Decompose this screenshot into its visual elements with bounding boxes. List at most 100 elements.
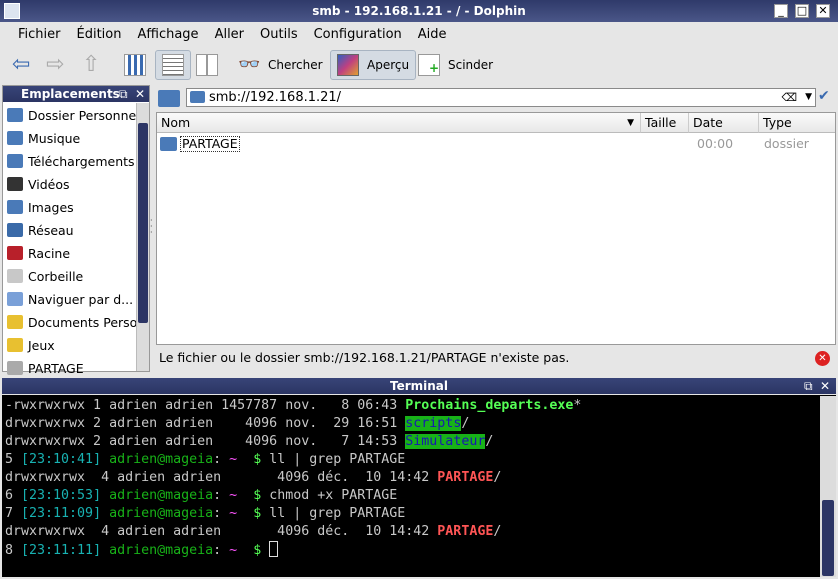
places-item-label: Téléchargements bbox=[28, 153, 135, 169]
menu-3[interactable]: Aller bbox=[207, 24, 252, 46]
terminal-text: adrien@mageia bbox=[101, 452, 214, 467]
menu-6[interactable]: Aide bbox=[410, 24, 455, 46]
star-icon bbox=[7, 338, 23, 352]
column-header-date[interactable]: Date bbox=[689, 113, 759, 133]
menu-0[interactable]: Fichier bbox=[10, 24, 69, 46]
places-item-label: Réseau bbox=[28, 222, 74, 238]
arrow-right-icon: ⇨ bbox=[46, 52, 65, 77]
places-item[interactable]: Corbeille bbox=[7, 265, 137, 287]
terminal-text: / bbox=[461, 416, 470, 431]
places-item[interactable]: Naviguer par d... bbox=[7, 288, 137, 310]
menu-1[interactable]: Édition bbox=[69, 24, 130, 46]
terminal-header: Terminal ⧉ ✕ bbox=[2, 378, 836, 394]
terminal-output[interactable]: -rwxrwxrwx 1 adrien adrien 1457787 nov. … bbox=[2, 395, 836, 577]
column-header-name[interactable]: Nom ▼ bbox=[157, 113, 641, 133]
up-button[interactable]: ⇧ bbox=[76, 50, 110, 80]
places-item-label: Naviguer par d... bbox=[28, 291, 134, 307]
details-view-icon bbox=[162, 54, 184, 76]
folder-icon bbox=[160, 137, 177, 151]
minimize-button[interactable]: _ bbox=[774, 4, 788, 18]
arrow-up-icon: ⇧ bbox=[82, 52, 101, 77]
network-icon bbox=[7, 223, 23, 237]
menu-4[interactable]: Outils bbox=[252, 24, 306, 46]
details-view-button[interactable] bbox=[155, 50, 191, 80]
places-item[interactable]: Téléchargements bbox=[7, 150, 137, 172]
terminal-text: ~ bbox=[229, 506, 238, 521]
terminal-text: adrien@mageia bbox=[101, 488, 214, 503]
confirm-location-icon[interactable]: ✔ bbox=[818, 88, 830, 104]
video-icon bbox=[7, 177, 23, 191]
places-item[interactable]: Dossier Personnel bbox=[7, 104, 137, 126]
location-input[interactable]: smb://192.168.1.21/ ⌫ ▼ bbox=[186, 88, 816, 107]
terminal-text: PARTAGE bbox=[437, 524, 494, 539]
undock-icon[interactable]: ⧉ bbox=[119, 86, 128, 102]
icons-view-button[interactable] bbox=[118, 50, 152, 80]
column-header-size[interactable]: Taille bbox=[641, 113, 689, 133]
clear-location-icon[interactable]: ⌫ bbox=[781, 89, 797, 106]
places-item-label: PARTAGE bbox=[28, 360, 84, 376]
terminal-text: drwxrwxrwx 2 adrien adrien 4096 nov. 7 1… bbox=[5, 434, 406, 449]
places-item[interactable]: PARTAGE bbox=[7, 357, 137, 379]
terminal-line: 6 [23:10:53] adrien@mageia: ~ $ chmod +x… bbox=[5, 487, 836, 505]
close-panel-icon[interactable]: ✕ bbox=[135, 86, 145, 102]
error-icon: ✕ bbox=[815, 351, 830, 366]
places-item[interactable]: Vidéos bbox=[7, 173, 137, 195]
terminal-text: drwxrwxrwx 4 adrien adrien 4096 déc. 10 … bbox=[5, 524, 438, 539]
terminal-text: $ bbox=[237, 506, 262, 521]
terminal-text: ~ bbox=[229, 452, 238, 467]
menu-2[interactable]: Affichage bbox=[129, 24, 206, 46]
terminal-line: 8 [23:11:11] adrien@mageia: ~ $ bbox=[5, 541, 836, 559]
columns-view-button[interactable] bbox=[190, 50, 224, 80]
terminal-text: ll | grep PARTAGE bbox=[261, 506, 406, 521]
split-button[interactable]: + Scinder bbox=[412, 50, 499, 80]
places-item-label: Corbeille bbox=[28, 268, 84, 284]
download-folder-icon bbox=[7, 154, 23, 168]
title-bar: smb - 192.168.1.21 - / - Dolphin bbox=[0, 0, 838, 22]
places-item[interactable]: Jeux bbox=[7, 334, 137, 356]
forward-button[interactable]: ⇨ bbox=[40, 50, 74, 80]
places-item-label: Racine bbox=[28, 245, 71, 261]
places-item[interactable]: Images bbox=[7, 196, 137, 218]
status-bar: Le fichier ou le dossier smb://192.168.1… bbox=[156, 348, 836, 368]
menu-5[interactable]: Configuration bbox=[306, 24, 410, 46]
columns-view-icon bbox=[196, 54, 218, 76]
terminal-text: 7 bbox=[5, 506, 22, 521]
maximize-button[interactable]: □ bbox=[795, 4, 809, 18]
app-icon[interactable] bbox=[4, 3, 20, 19]
places-item[interactable]: Réseau bbox=[7, 219, 137, 241]
terminal-text: drwxrwxrwx 4 adrien adrien 4096 déc. 10 … bbox=[5, 470, 438, 485]
panel-splitter[interactable]: · · · bbox=[150, 217, 154, 238]
terminal-text: : bbox=[213, 488, 230, 503]
terminal-text: [23:11:11] bbox=[21, 543, 102, 558]
places-item-label: Jeux bbox=[28, 337, 55, 353]
file-view[interactable]: Nom ▼ Taille Date Type PARTAGE 00:00 doss… bbox=[156, 112, 836, 345]
terminal-text: chmod +x PARTAGE bbox=[261, 488, 398, 503]
sort-down-icon: ▼ bbox=[627, 118, 634, 128]
terminal-scrollbar[interactable] bbox=[820, 396, 836, 577]
preview-button[interactable]: Aperçu bbox=[330, 50, 417, 80]
places-item[interactable]: Musique bbox=[7, 127, 137, 149]
terminal-text: ~ bbox=[229, 488, 238, 503]
places-scrollbar[interactable] bbox=[136, 103, 149, 371]
places-item-label: Documents Perso bbox=[28, 314, 137, 330]
close-terminal-icon[interactable]: ✕ bbox=[820, 378, 830, 394]
back-button[interactable]: ⇦ bbox=[6, 50, 40, 80]
terminal-line: drwxrwxrwx 2 adrien adrien 4096 nov. 7 1… bbox=[5, 433, 836, 451]
close-button[interactable]: ✕ bbox=[816, 4, 830, 18]
preview-icon bbox=[337, 54, 359, 76]
terminal-text: : bbox=[213, 543, 230, 558]
location-dropdown-icon[interactable]: ▼ bbox=[805, 89, 812, 106]
terminal-text: ll | grep PARTAGE bbox=[261, 452, 406, 467]
places-item[interactable]: Documents Perso bbox=[7, 311, 137, 333]
column-header-type[interactable]: Type bbox=[759, 113, 835, 133]
terminal-text: Simulateur bbox=[405, 434, 486, 449]
terminal-text: $ bbox=[237, 452, 262, 467]
places-item[interactable]: Racine bbox=[7, 242, 137, 264]
terminal-text: PARTAGE bbox=[437, 470, 494, 485]
file-row[interactable]: PARTAGE 00:00 dossier bbox=[157, 134, 835, 154]
terminal-line: 5 [23:10:41] adrien@mageia: ~ $ ll | gre… bbox=[5, 451, 836, 469]
drive-icon bbox=[7, 361, 23, 375]
undock-icon[interactable]: ⧉ bbox=[804, 378, 813, 394]
search-button[interactable]: 👓 Chercher bbox=[232, 50, 329, 80]
terminal-text: [23:11:09] bbox=[21, 506, 102, 521]
